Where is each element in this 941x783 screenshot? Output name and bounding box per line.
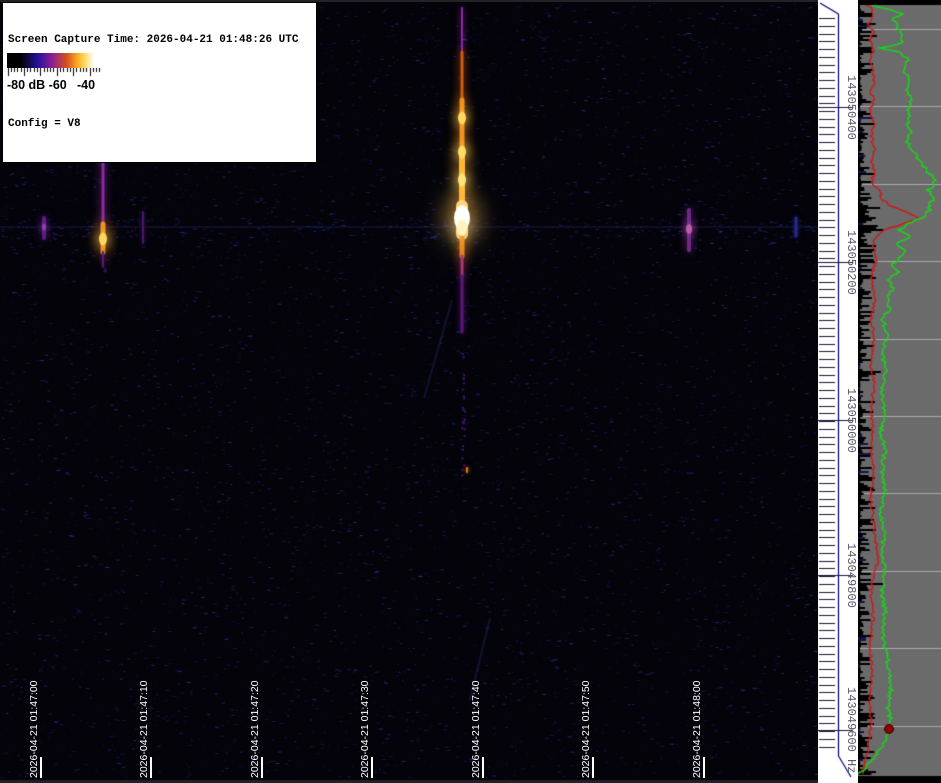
- time-axis-label: 2026-04-21 01:47:20: [249, 681, 261, 779]
- spectrum-lab-screen: Screen Capture Time: 2026-04-21 01:48:26…: [0, 0, 941, 783]
- spectrum-panel: [858, 0, 941, 783]
- time-axis-label: 2026-04-21 01:47:10: [138, 681, 150, 779]
- time-axis-tick: [40, 757, 42, 778]
- time-axis-label: 2026-04-21 01:47:50: [580, 681, 592, 779]
- frequency-axis-label: 143049800: [844, 543, 857, 608]
- color-scale: -80 dB -60 -40: [5, 50, 105, 97]
- color-scale-label-low: -80 dB -60: [7, 78, 67, 92]
- frequency-axis-label: 143050200: [844, 230, 857, 295]
- time-axis-label: 2026-04-21 01:47:00: [28, 681, 40, 779]
- frequency-ruler: 143050400 143050200 143050000 143049800 1430…: [818, 0, 858, 783]
- frequency-axis-label: 143050000: [844, 388, 857, 453]
- time-axis-label: 2026-04-21 01:47:40: [470, 681, 482, 779]
- capture-time-text: Screen Capture Time: 2026-04-21 01:48:26…: [8, 33, 316, 47]
- color-scale-labels: -80 dB -60 -40: [5, 76, 105, 94]
- color-scale-label-high: -40: [77, 78, 95, 92]
- time-axis-tick: [482, 757, 484, 778]
- time-axis-tick: [261, 757, 263, 778]
- color-scale-gradient: [7, 53, 103, 68]
- frequency-axis-label: 143049600 Hz: [844, 687, 857, 773]
- config-text: Config = V8: [8, 117, 316, 131]
- time-axis-tick: [592, 757, 594, 778]
- spectrum-canvas: [858, 0, 941, 783]
- time-axis-tick: [371, 757, 373, 778]
- time-axis-label: 2026-04-21 01:47:30: [359, 681, 371, 779]
- frequency-axis-label: 143050400: [844, 75, 857, 140]
- time-axis-tick: [150, 757, 152, 778]
- waterfall-panel: Screen Capture Time: 2026-04-21 01:48:26…: [0, 0, 818, 783]
- time-axis-label: 2026-04-21 01:48:00: [691, 681, 703, 779]
- time-axis-tick: [703, 757, 705, 778]
